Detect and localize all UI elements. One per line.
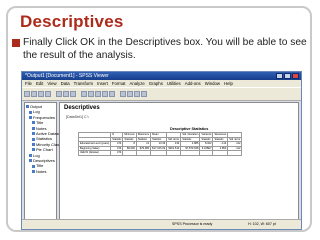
toolbar-separator: [52, 91, 55, 97]
show-icon[interactable]: [102, 91, 108, 97]
goto-data-icon[interactable]: [70, 91, 76, 97]
notes-icon: [32, 126, 35, 130]
menu-format[interactable]: Format: [112, 80, 126, 87]
notes-icon: [32, 170, 35, 174]
table-header-cell: Maximum: [135, 132, 152, 138]
menu-bar: File Edit View Data Transform Insert For…: [22, 80, 301, 87]
insert-heading-icon[interactable]: [81, 91, 87, 97]
table-cell: [227, 150, 243, 156]
menu-transform[interactable]: Transform: [74, 80, 93, 87]
insert-title-icon[interactable]: [88, 91, 94, 97]
bullet-square-icon: [12, 39, 20, 47]
table-icon: [32, 137, 35, 141]
status-size: H: 102, W: 607 pt: [248, 222, 276, 226]
log-icon: [29, 110, 32, 114]
table-header-cell: Std. Deviation: [180, 132, 201, 138]
title-icon: [32, 121, 35, 125]
table-header-cell: Std. Error: [166, 136, 182, 143]
table-cell: [199, 150, 214, 156]
collapse-icon[interactable]: [141, 91, 147, 97]
toolbar-separator: [77, 91, 80, 97]
table-cell: [150, 150, 168, 156]
table-cell: [180, 150, 201, 156]
menu-edit[interactable]: Edit: [36, 80, 43, 87]
outline-item[interactable]: Notes: [26, 169, 55, 174]
table-header-cell: Statistic: [110, 136, 124, 143]
outline-pane: Output Log Frequencies Title Notes Activ…: [24, 102, 75, 220]
table-cell: [135, 150, 152, 156]
table-cell: Valid N (listwise): [77, 150, 112, 156]
menu-insert[interactable]: Insert: [97, 80, 108, 87]
table-cell: [166, 150, 182, 156]
table-cell: [212, 150, 229, 156]
title-icon: [32, 164, 35, 168]
menu-data[interactable]: Data: [61, 80, 70, 87]
menu-help[interactable]: Help: [224, 80, 233, 87]
window-title: *Output1 [Document1] - SPSS Viewer: [25, 73, 109, 79]
print-icon[interactable]: [38, 91, 44, 97]
book-icon: [29, 159, 32, 163]
expand-icon[interactable]: [134, 91, 140, 97]
save-icon[interactable]: [31, 91, 37, 97]
window-title-bar: *Output1 [Document1] - SPSS Viewer: [22, 72, 301, 80]
redo-icon[interactable]: [63, 91, 69, 97]
open-icon[interactable]: [24, 91, 30, 97]
book-icon: [29, 116, 32, 120]
bullet-text: Finally Click OK in the Descriptives box…: [23, 37, 307, 61]
toolbar-separator: [116, 91, 119, 97]
output-content-pane: Descriptives [DataSet1] C:\ Descriptive …: [59, 102, 299, 220]
status-text: SPSS Processor is ready: [172, 222, 213, 226]
table-cell: $361.510: [166, 145, 182, 152]
menu-utilities[interactable]: Utilities: [167, 80, 181, 87]
dataset-label: [DataSet1] C:\: [66, 115, 89, 119]
table-cell: [122, 150, 137, 156]
table-cell: $17,016.09: [150, 145, 168, 152]
table-header-cell: Minimum: [122, 132, 137, 138]
minimize-icon[interactable]: [276, 73, 283, 79]
toolbar: [22, 87, 301, 101]
menu-add-ons[interactable]: Add-ons: [185, 80, 201, 87]
book-icon: [26, 105, 29, 109]
status-bar: SPSS Processor is ready H: 102, W: 607 p…: [22, 219, 301, 229]
descriptive-statistics-table[interactable]: N Minimum Maximum Mean Std. Deviation Va…: [77, 132, 243, 156]
table-title: Descriptive Statistics: [170, 127, 209, 131]
menu-graphs[interactable]: Graphs: [149, 80, 163, 87]
table-header-cell: Variance: [199, 132, 214, 138]
spss-viewer-window: *Output1 [Document1] - SPSS Viewer File …: [21, 71, 302, 230]
undo-icon[interactable]: [56, 91, 62, 97]
table-row: Valid N (listwise) 474: [77, 150, 243, 156]
output-heading[interactable]: Descriptives: [64, 105, 100, 111]
table-header-cell: Statistic: [199, 136, 214, 143]
menu-view[interactable]: View: [47, 80, 56, 87]
dataset-icon: [32, 132, 35, 136]
table-header-cell: Std. Error: [227, 136, 243, 143]
table-header-cell: Skewness: [212, 132, 229, 138]
maximize-icon[interactable]: [284, 73, 291, 79]
table-icon: [32, 143, 35, 147]
slide-title: Descriptives: [20, 12, 124, 31]
insert-text-icon[interactable]: [95, 91, 101, 97]
table-cell: 6.195E7: [199, 145, 214, 152]
log-icon: [29, 153, 32, 157]
outline-label: Notes: [36, 168, 47, 174]
preview-icon[interactable]: [45, 91, 51, 97]
demote-icon[interactable]: [127, 91, 133, 97]
close-icon[interactable]: [292, 73, 299, 79]
menu-window[interactable]: Window: [205, 80, 220, 87]
table-cell: 474: [110, 150, 124, 156]
chart-icon: [32, 148, 35, 152]
menu-analyze[interactable]: Analyze: [129, 80, 144, 87]
table-cell: Educational Level (years): [77, 141, 112, 147]
hide-icon[interactable]: [109, 91, 115, 97]
promote-icon[interactable]: [120, 91, 126, 97]
menu-file[interactable]: File: [25, 80, 32, 87]
